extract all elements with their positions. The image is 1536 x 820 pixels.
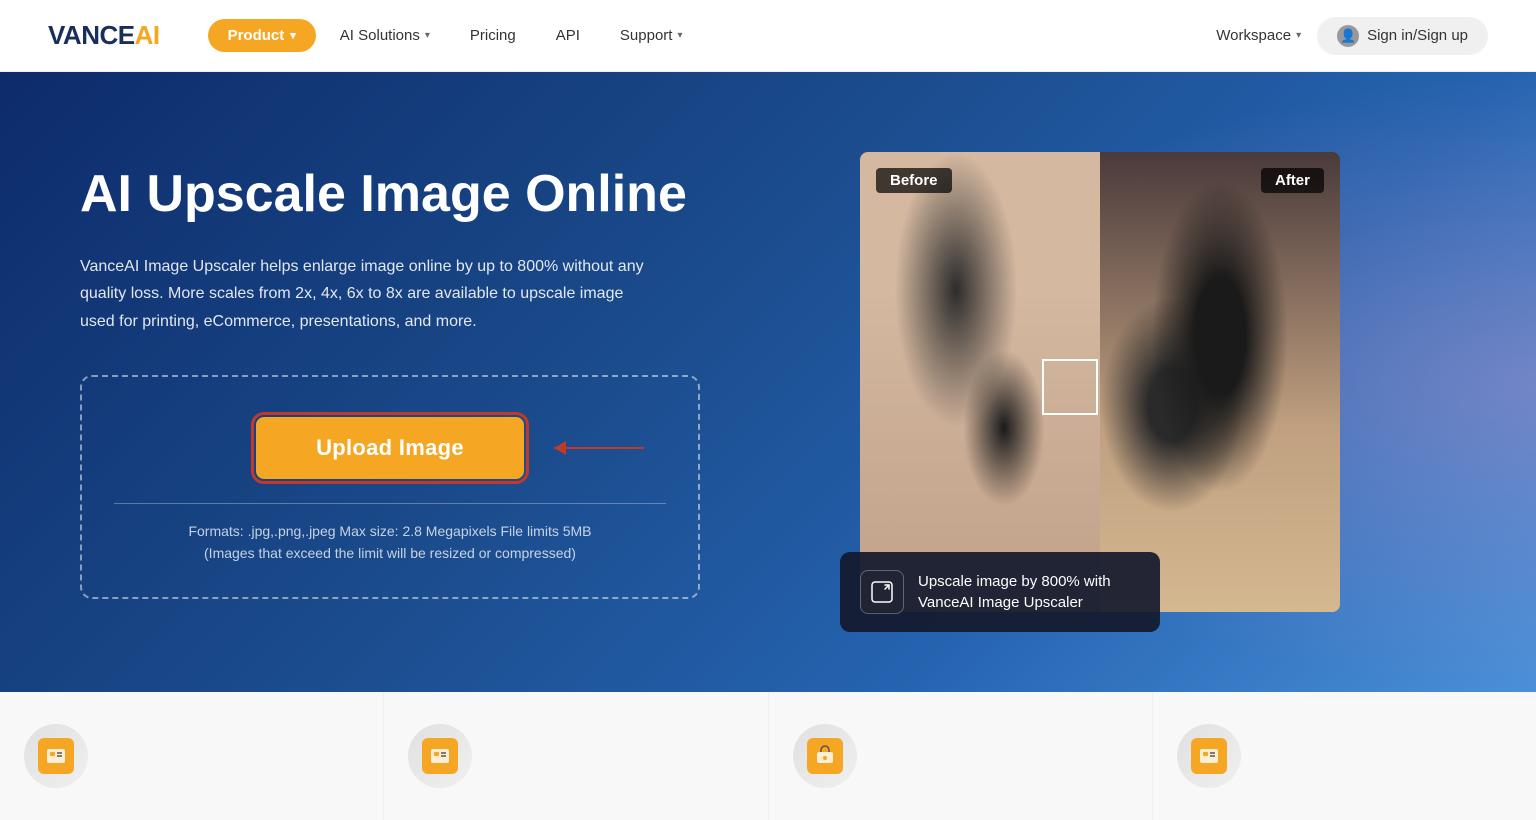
bottom-card-4[interactable] <box>1153 692 1536 820</box>
bottom-card-2[interactable] <box>384 692 768 820</box>
navbar: VANCE AI Product ▾ AI Solutions ▾ Pricin… <box>0 0 1536 72</box>
ai-solutions-chevron-icon: ▾ <box>425 30 430 41</box>
user-avatar-icon: 👤 <box>1337 25 1359 47</box>
arrow-line <box>554 447 644 449</box>
comparison-image: Before After <box>860 152 1340 612</box>
product-label: Product <box>228 27 285 44</box>
logo-vance: VANCE <box>48 20 135 51</box>
info-card-icon <box>860 570 904 614</box>
nav-right: Workspace ▾ 👤 Sign in/Sign up <box>1216 17 1488 55</box>
card-icon-circle-2 <box>408 724 472 788</box>
card-icon-circle-3 <box>793 724 857 788</box>
product-chevron-icon: ▾ <box>290 29 296 42</box>
card-icon-inner-2 <box>422 738 458 774</box>
card-icon-circle-4 <box>1177 724 1241 788</box>
nav-items: Product ▾ AI Solutions ▾ Pricing API Sup… <box>208 19 1217 52</box>
support-label: Support <box>620 27 673 44</box>
upload-image-button[interactable]: Upload Image <box>256 417 524 479</box>
info-card: Upscale image by 800% with VanceAI Image… <box>840 552 1160 632</box>
bottom-card-1[interactable] <box>0 692 384 820</box>
signin-button[interactable]: 👤 Sign in/Sign up <box>1317 17 1488 55</box>
card-icon-circle-1 <box>24 724 88 788</box>
card-icon-inner-4 <box>1191 738 1227 774</box>
bottom-card-3[interactable] <box>769 692 1153 820</box>
logo-ai: AI <box>135 20 160 51</box>
upload-btn-wrapper: Upload Image <box>256 417 524 479</box>
formats-line1: Formats: .jpg,.png,.jpeg Max size: 2.8 M… <box>188 523 591 539</box>
pricing-label: Pricing <box>470 27 516 44</box>
product-button[interactable]: Product ▾ <box>208 19 316 52</box>
workspace-label: Workspace <box>1216 27 1291 44</box>
formats-line2: (Images that exceed the limit will be re… <box>204 545 576 561</box>
workspace-button[interactable]: Workspace ▾ <box>1216 27 1301 44</box>
after-half <box>1100 152 1340 612</box>
info-card-text: Upscale image by 800% with VanceAI Image… <box>918 571 1140 613</box>
hero-description: VanceAI Image Upscaler helps enlarge ima… <box>80 253 660 335</box>
card-icon-inner-3 <box>807 738 843 774</box>
ai-solutions-label: AI Solutions <box>340 27 420 44</box>
api-label: API <box>556 27 580 44</box>
hero-section: AI Upscale Image Online VanceAI Image Up… <box>0 72 1536 692</box>
hero-right: Before After Upscale image by 800% with … <box>860 152 1380 612</box>
support-chevron-icon: ▾ <box>677 30 682 41</box>
signin-label: Sign in/Sign up <box>1367 27 1468 44</box>
support-link[interactable]: Support ▾ <box>604 19 699 52</box>
workspace-chevron-icon: ▾ <box>1296 30 1301 41</box>
upload-box: Upload Image Formats: .jpg,.png,.jpeg Ma… <box>80 375 700 599</box>
bottom-cards <box>0 692 1536 820</box>
api-link[interactable]: API <box>540 19 596 52</box>
logo[interactable]: VANCE AI <box>48 20 160 51</box>
before-label: Before <box>876 168 952 193</box>
pricing-link[interactable]: Pricing <box>454 19 532 52</box>
ai-solutions-link[interactable]: AI Solutions ▾ <box>324 19 446 52</box>
after-label: After <box>1261 168 1324 193</box>
hero-title: AI Upscale Image Online <box>80 165 800 225</box>
hero-left: AI Upscale Image Online VanceAI Image Up… <box>80 165 800 598</box>
upload-divider <box>114 503 666 504</box>
arrow-indicator <box>554 447 644 449</box>
expand-icon <box>870 580 894 604</box>
card-icon-inner-1 <box>38 738 74 774</box>
magnifier-box <box>1042 359 1098 415</box>
upload-formats: Formats: .jpg,.png,.jpeg Max size: 2.8 M… <box>188 520 591 565</box>
